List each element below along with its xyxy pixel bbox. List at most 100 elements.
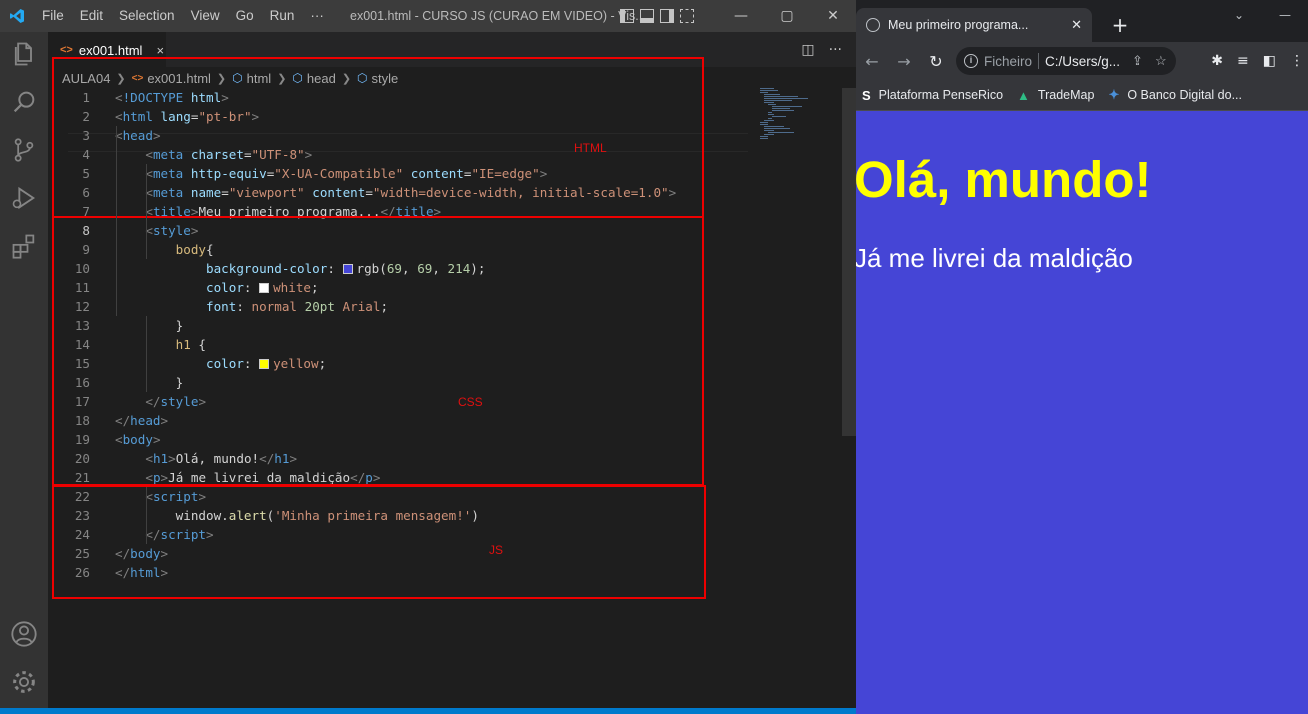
- info-icon[interactable]: i: [964, 54, 978, 68]
- html-file-icon: <>: [60, 44, 73, 56]
- globe-icon: [866, 18, 880, 32]
- indent-guide: [146, 335, 147, 392]
- toggle-panel-icon[interactable]: [640, 9, 654, 23]
- bookmark-item[interactable]: S Plataforma PenseRico: [862, 88, 1003, 103]
- minimap-line: [760, 92, 768, 93]
- chrome-window-controls: ⌄ —: [1216, 0, 1308, 30]
- close-tab-icon[interactable]: ✕: [1071, 17, 1082, 33]
- title-bar: File Edit Selection View Go Run ··· ex00…: [0, 0, 856, 32]
- minimap-line: [764, 98, 808, 99]
- menu-go[interactable]: Go: [228, 0, 262, 32]
- js-section-box: [52, 485, 706, 599]
- layout-controls: [620, 0, 694, 32]
- bookmark-star-icon[interactable]: ☆: [1155, 53, 1167, 69]
- html-annotation: HTML: [574, 141, 607, 155]
- chrome-menu-icon[interactable]: ⋮: [1290, 53, 1304, 69]
- run-debug-icon[interactable]: [10, 184, 38, 212]
- search-icon[interactable]: [10, 88, 38, 116]
- minimap-line: [760, 124, 768, 125]
- account-icon[interactable]: [10, 620, 38, 648]
- bookmark-item[interactable]: ▲ TradeMap: [1017, 88, 1094, 103]
- tab-label: ex001.html: [78, 42, 143, 58]
- penserico-favicon-icon: S: [862, 87, 871, 103]
- address-bar[interactable]: i Ficheiro C:/Users/g... ⇪ ☆: [956, 47, 1176, 75]
- minimap-line: [764, 96, 798, 97]
- back-arrow-icon[interactable]: ←: [856, 52, 888, 71]
- menu-edit[interactable]: Edit: [72, 0, 111, 32]
- bookmark-label: Plataforma PenseRico: [878, 88, 1004, 102]
- minimap-line: [764, 100, 792, 101]
- activity-bar: [0, 32, 48, 708]
- customize-layout-icon[interactable]: [680, 9, 694, 23]
- source-control-icon[interactable]: [10, 136, 38, 164]
- html-section-box: [52, 57, 704, 218]
- minimap-line: [760, 122, 768, 123]
- minimap-line: [760, 136, 768, 137]
- menu-selection[interactable]: Selection: [111, 0, 183, 32]
- window-controls: — ▢ ✕: [718, 0, 856, 32]
- minimap-line: [764, 134, 774, 135]
- bank-favicon-icon: ✦: [1108, 87, 1120, 102]
- chrome-toolbar: ← → ↻ i Ficheiro C:/Users/g... ⇪ ☆ ✱ ≡ ◧…: [856, 42, 1308, 80]
- more-actions-icon[interactable]: ···: [829, 42, 842, 58]
- bookmark-label: TradeMap: [1037, 88, 1095, 102]
- bookmarks-bar: S Plataforma PenseRico ▲ TradeMap ✦ O Ba…: [856, 80, 1308, 111]
- minimap-line: [772, 106, 802, 107]
- menu-bar: File Edit Selection View Go Run ···: [34, 0, 332, 32]
- vscode-logo-icon: [0, 0, 34, 32]
- toggle-secondary-sidebar-icon[interactable]: [660, 9, 674, 23]
- minimap-line: [764, 126, 784, 127]
- indent-guide: [146, 164, 147, 259]
- minimap-line: [764, 128, 790, 129]
- minimap-line: [768, 104, 776, 105]
- menu-more[interactable]: ···: [302, 0, 332, 32]
- bookmark-item[interactable]: ✦ O Banco Digital do...: [1108, 87, 1242, 103]
- toggle-sidebar-icon[interactable]: [620, 9, 634, 23]
- address-scheme-label: Ficheiro: [984, 53, 1033, 69]
- minimap-line: [760, 88, 774, 89]
- extensions-puzzle-icon[interactable]: ✱: [1211, 53, 1223, 69]
- minimap-line: [768, 118, 772, 119]
- minimap-line: [760, 138, 768, 139]
- minimap-line: [764, 130, 774, 131]
- minimap-line: [764, 102, 774, 103]
- side-panel-icon[interactable]: ◧: [1263, 53, 1276, 69]
- minimize-button[interactable]: —: [718, 0, 764, 32]
- minimize-button[interactable]: —: [1262, 0, 1308, 30]
- vscode-window: File Edit Selection View Go Run ··· ex00…: [0, 0, 856, 714]
- minimap-line: [772, 116, 786, 117]
- minimap[interactable]: [756, 88, 838, 148]
- menu-view[interactable]: View: [183, 0, 228, 32]
- split-editor-icon[interactable]: ◫: [801, 42, 814, 58]
- settings-gear-icon[interactable]: [10, 668, 38, 696]
- minimap-line: [760, 90, 778, 91]
- web-page-content: Olá, mundo! Já me livrei da maldição: [856, 112, 1308, 714]
- chrome-tab-strip: Meu primeiro programa... ✕ + ⌄ —: [856, 0, 1308, 42]
- tab-search-icon[interactable]: ⌄: [1216, 0, 1262, 30]
- reload-icon[interactable]: ↻: [920, 52, 952, 71]
- share-icon[interactable]: ⇪: [1132, 53, 1143, 69]
- reading-list-icon[interactable]: ≡: [1237, 53, 1249, 69]
- minimap-line: [764, 94, 780, 95]
- css-annotation: CSS: [458, 395, 483, 409]
- bookmark-label: O Banco Digital do...: [1127, 88, 1242, 102]
- divider: [1038, 53, 1040, 69]
- status-bar: [0, 708, 856, 714]
- extensions-icon[interactable]: [10, 232, 38, 260]
- close-window-button[interactable]: ✕: [810, 0, 856, 32]
- new-tab-button[interactable]: +: [1106, 8, 1134, 42]
- tab-close-icon[interactable]: ×: [156, 43, 164, 58]
- editor-actions: ◫ ···: [801, 32, 842, 67]
- minimap-line: [768, 132, 794, 133]
- minimap-line: [772, 110, 794, 111]
- explorer-icon[interactable]: [10, 40, 38, 68]
- minimap-line: [772, 108, 790, 109]
- editor-scrollbar-thumb[interactable]: [842, 88, 856, 436]
- forward-arrow-icon[interactable]: →: [888, 52, 920, 71]
- browser-tab[interactable]: Meu primeiro programa... ✕: [856, 8, 1092, 42]
- minimap-line: [768, 114, 774, 115]
- menu-file[interactable]: File: [34, 0, 72, 32]
- window-title: ex001.html - CURSO JS (CURAO EM VIDEO) -…: [350, 9, 646, 23]
- maximize-button[interactable]: ▢: [764, 0, 810, 32]
- menu-run[interactable]: Run: [262, 0, 303, 32]
